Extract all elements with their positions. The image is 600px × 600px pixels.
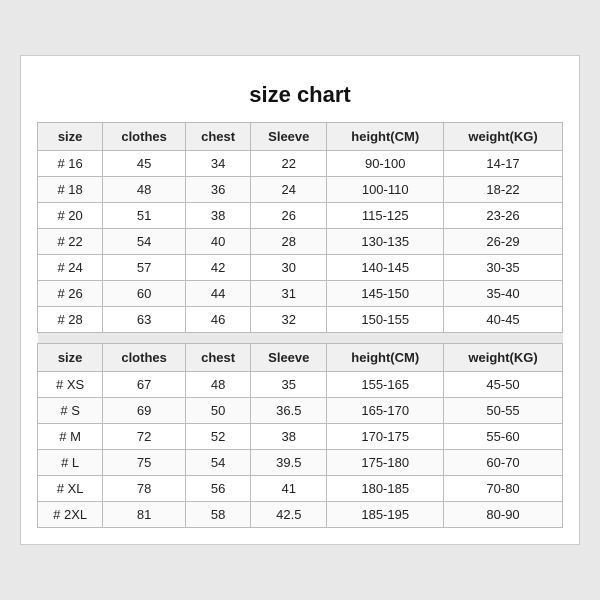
col-header-height-2: height(CM) [327, 344, 444, 372]
table-row: # XS674835155-16545-50 [38, 372, 563, 398]
table-row: # 26604431145-15035-40 [38, 281, 563, 307]
table-row: # L755439.5175-18060-70 [38, 450, 563, 476]
col-header-clothes-2: clothes [103, 344, 186, 372]
chart-title: size chart [37, 72, 563, 122]
col-header-clothes-1: clothes [103, 123, 186, 151]
table-row: # S695036.5165-17050-55 [38, 398, 563, 424]
size-chart-card: size chart size clothes chest Sleeve hei… [20, 55, 580, 545]
table-row: # 18483624100-11018-22 [38, 177, 563, 203]
table-row: # M725238170-17555-60 [38, 424, 563, 450]
table-header-row-2: size clothes chest Sleeve height(CM) wei… [38, 344, 563, 372]
table-row: # 24574230140-14530-35 [38, 255, 563, 281]
table-row: # 20513826115-12523-26 [38, 203, 563, 229]
col-header-sleeve-2: Sleeve [251, 344, 327, 372]
section-divider [38, 333, 563, 344]
col-header-chest-2: chest [185, 344, 250, 372]
col-header-size-2: size [38, 344, 103, 372]
table-row: # XL785641180-18570-80 [38, 476, 563, 502]
col-header-chest-1: chest [185, 123, 250, 151]
col-header-weight-1: weight(KG) [444, 123, 563, 151]
table-row: # 1645342290-10014-17 [38, 151, 563, 177]
table-row: # 2XL815842.5185-19580-90 [38, 502, 563, 528]
table-row: # 28634632150-15540-45 [38, 307, 563, 333]
col-header-size-1: size [38, 123, 103, 151]
size-chart-table: size clothes chest Sleeve height(CM) wei… [37, 122, 563, 528]
table-header-row-1: size clothes chest Sleeve height(CM) wei… [38, 123, 563, 151]
col-header-sleeve-1: Sleeve [251, 123, 327, 151]
table-row: # 22544028130-13526-29 [38, 229, 563, 255]
col-header-weight-2: weight(KG) [444, 344, 563, 372]
col-header-height-1: height(CM) [327, 123, 444, 151]
